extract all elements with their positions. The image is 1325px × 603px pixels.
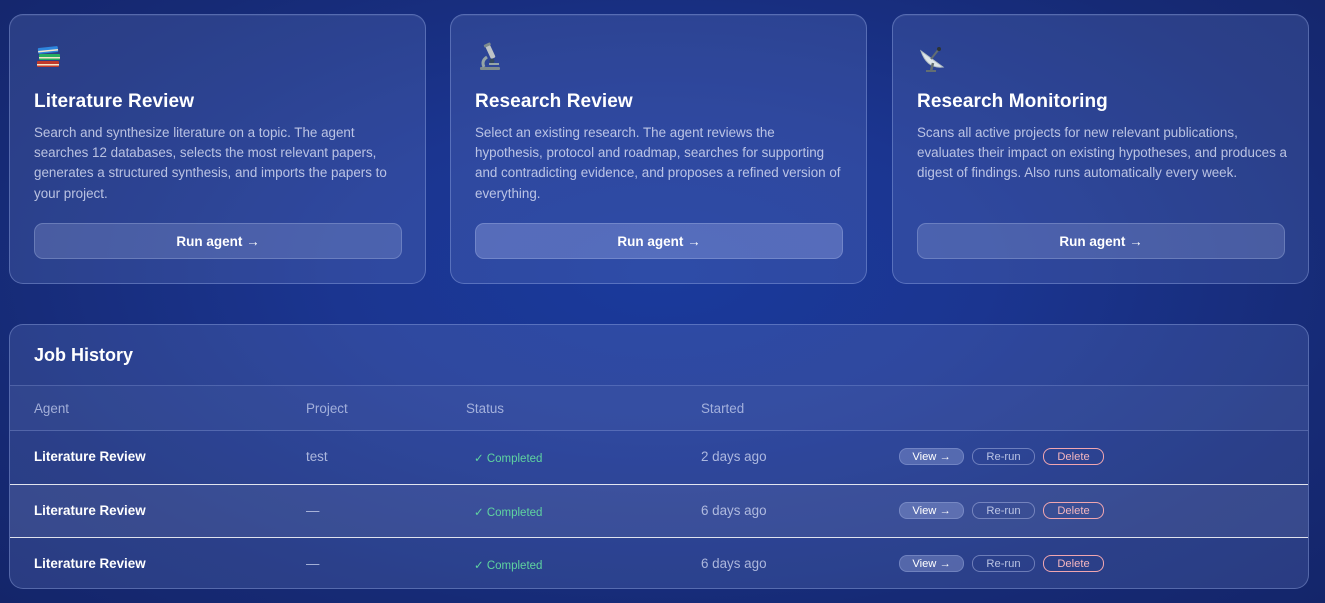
- row-actions: View → Re-run Delete: [899, 555, 1104, 572]
- table-header: Agent Project Status Started: [10, 386, 1308, 431]
- job-started: 2 days ago: [701, 449, 767, 464]
- rerun-button[interactable]: Re-run: [972, 555, 1035, 572]
- job-agent: Literature Review: [34, 503, 146, 518]
- job-history-panel: Job History Agent Project Status Started…: [9, 324, 1309, 589]
- delete-button[interactable]: Delete: [1043, 555, 1104, 572]
- job-project: —: [306, 503, 320, 518]
- agent-title: Literature Review: [34, 91, 195, 112]
- agent-description: Select an existing research. The agent r…: [475, 125, 841, 201]
- job-history-title: Job History: [34, 345, 134, 365]
- job-project: —: [306, 556, 320, 571]
- agent-card-research-review: Research Review Select an existing resea…: [450, 14, 867, 284]
- agent-card-literature-review: Literature Review Search and synthesize …: [9, 14, 426, 284]
- table-row: Literature Review — ✓ Completed 6 days a…: [10, 537, 1308, 588]
- table-row: Literature Review test ✓ Completed 2 day…: [10, 431, 1308, 484]
- run-agent-button[interactable]: Run agent →: [917, 223, 1285, 259]
- agent-description: Search and synthesize literature on a to…: [34, 125, 387, 201]
- run-agent-button[interactable]: Run agent →: [34, 223, 402, 259]
- job-started: 6 days ago: [701, 503, 767, 518]
- agent-card-research-monitoring: Research Monitoring Scans all active pro…: [892, 14, 1309, 284]
- job-agent: Literature Review: [34, 556, 146, 571]
- agent-description: Scans all active projects for new releva…: [917, 125, 1287, 181]
- job-project: test: [306, 449, 328, 464]
- books-icon: [34, 41, 66, 73]
- satellite-dish-icon: [917, 41, 949, 73]
- status-badge: ✓ Completed: [474, 560, 543, 572]
- status-badge: ✓ Completed: [474, 507, 543, 519]
- status-badge: ✓ Completed: [474, 453, 543, 465]
- view-button[interactable]: View →: [899, 502, 964, 519]
- agent-title: Research Review: [475, 91, 633, 112]
- microscope-icon: [475, 41, 507, 73]
- job-agent: Literature Review: [34, 449, 146, 464]
- column-header-project: Project: [306, 401, 348, 416]
- column-header-agent: Agent: [34, 401, 69, 416]
- job-started: 6 days ago: [701, 556, 767, 571]
- column-header-started: Started: [701, 401, 745, 416]
- agent-title: Research Monitoring: [917, 91, 1108, 112]
- column-header-status: Status: [466, 401, 504, 416]
- delete-button[interactable]: Delete: [1043, 448, 1104, 465]
- table-row: Literature Review — ✓ Completed 6 days a…: [10, 484, 1308, 537]
- row-actions: View → Re-run Delete: [899, 448, 1104, 465]
- rerun-button[interactable]: Re-run: [972, 448, 1035, 465]
- view-button[interactable]: View →: [899, 555, 964, 572]
- row-actions: View → Re-run Delete: [899, 502, 1104, 519]
- view-button[interactable]: View →: [899, 448, 964, 465]
- rerun-button[interactable]: Re-run: [972, 502, 1035, 519]
- delete-button[interactable]: Delete: [1043, 502, 1104, 519]
- agent-cards: Literature Review Search and synthesize …: [9, 14, 1309, 284]
- run-agent-button[interactable]: Run agent →: [475, 223, 843, 259]
